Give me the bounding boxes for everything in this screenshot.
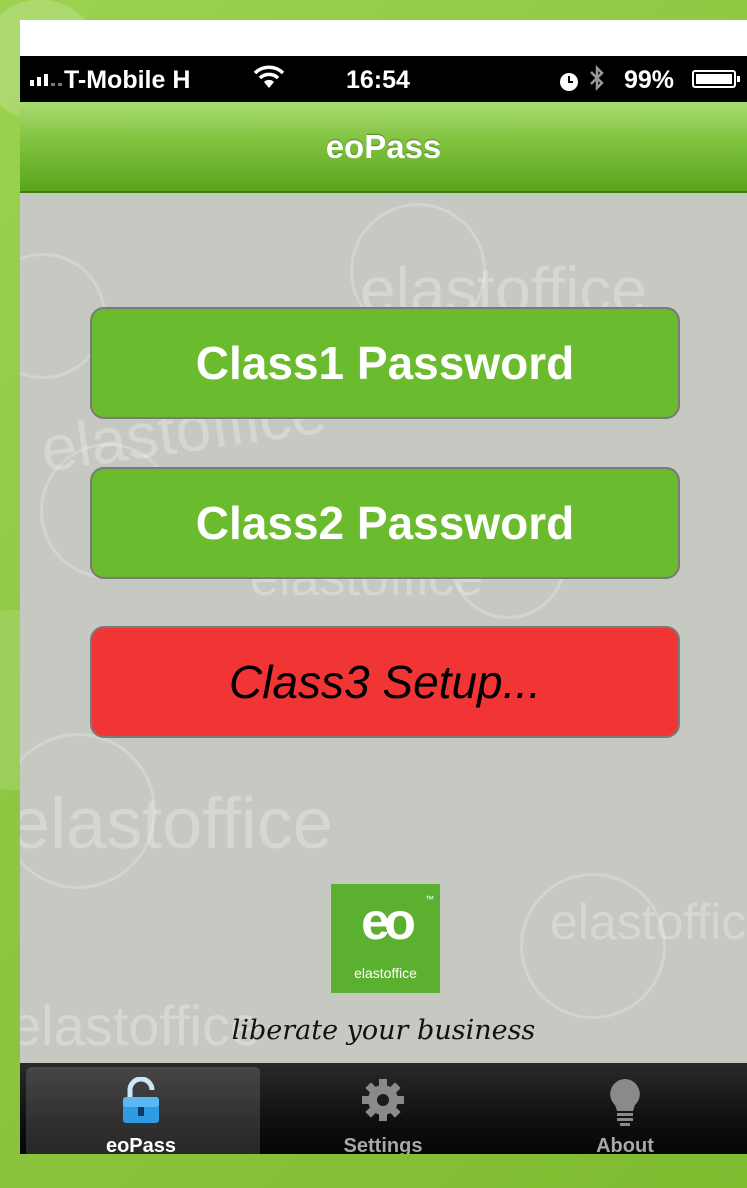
status-bar: T-Mobile H 16:54 99% xyxy=(20,56,747,102)
page-title: eoPass xyxy=(325,128,442,165)
battery-icon xyxy=(692,70,740,88)
watermark-text: elastoffice xyxy=(550,894,747,950)
clock-label: 16:54 xyxy=(346,66,410,94)
tab-label: eoPass xyxy=(105,1135,177,1154)
watermark-text: elastoffice xyxy=(20,784,333,864)
class2-password-button[interactable]: Class2 Password xyxy=(90,467,680,579)
tab-bar: eoPass Settings About xyxy=(20,1063,747,1154)
navigation-bar: eoPass xyxy=(20,102,747,193)
gear-icon xyxy=(262,1077,504,1123)
tab-settings[interactable]: Settings xyxy=(262,1063,504,1154)
elastoffice-logo: eo ™ elastoffice xyxy=(331,884,440,993)
tab-about[interactable]: About xyxy=(504,1063,746,1154)
main-content: elastoffice elastoffice elastoffice elas… xyxy=(20,193,747,1063)
bluetooth-icon xyxy=(588,64,606,99)
tab-eopass[interactable]: eoPass xyxy=(20,1063,262,1154)
class3-setup-button[interactable]: Class3 Setup... xyxy=(90,626,680,738)
tagline: liberate your business xyxy=(231,1015,536,1046)
app-screen: T-Mobile H 16:54 99% eoPass elastoffice … xyxy=(20,56,747,1154)
tab-label: Settings xyxy=(343,1135,423,1154)
carrier-label: T-Mobile H xyxy=(64,66,191,94)
logo-brand-text: elastoffice xyxy=(354,965,417,981)
tab-label: About xyxy=(596,1135,654,1154)
trademark-symbol: ™ xyxy=(425,894,434,904)
signal-icon xyxy=(30,74,62,86)
lock-icon xyxy=(20,1077,262,1123)
lightbulb-icon xyxy=(504,1077,746,1126)
logo-mark: eo xyxy=(361,893,416,951)
class1-password-button[interactable]: Class1 Password xyxy=(90,307,680,419)
battery-percent: 99% xyxy=(624,66,675,94)
phone-frame: T-Mobile H 16:54 99% eoPass elastoffice … xyxy=(20,20,747,1154)
wifi-icon xyxy=(253,64,285,97)
alarm-icon xyxy=(559,70,579,99)
